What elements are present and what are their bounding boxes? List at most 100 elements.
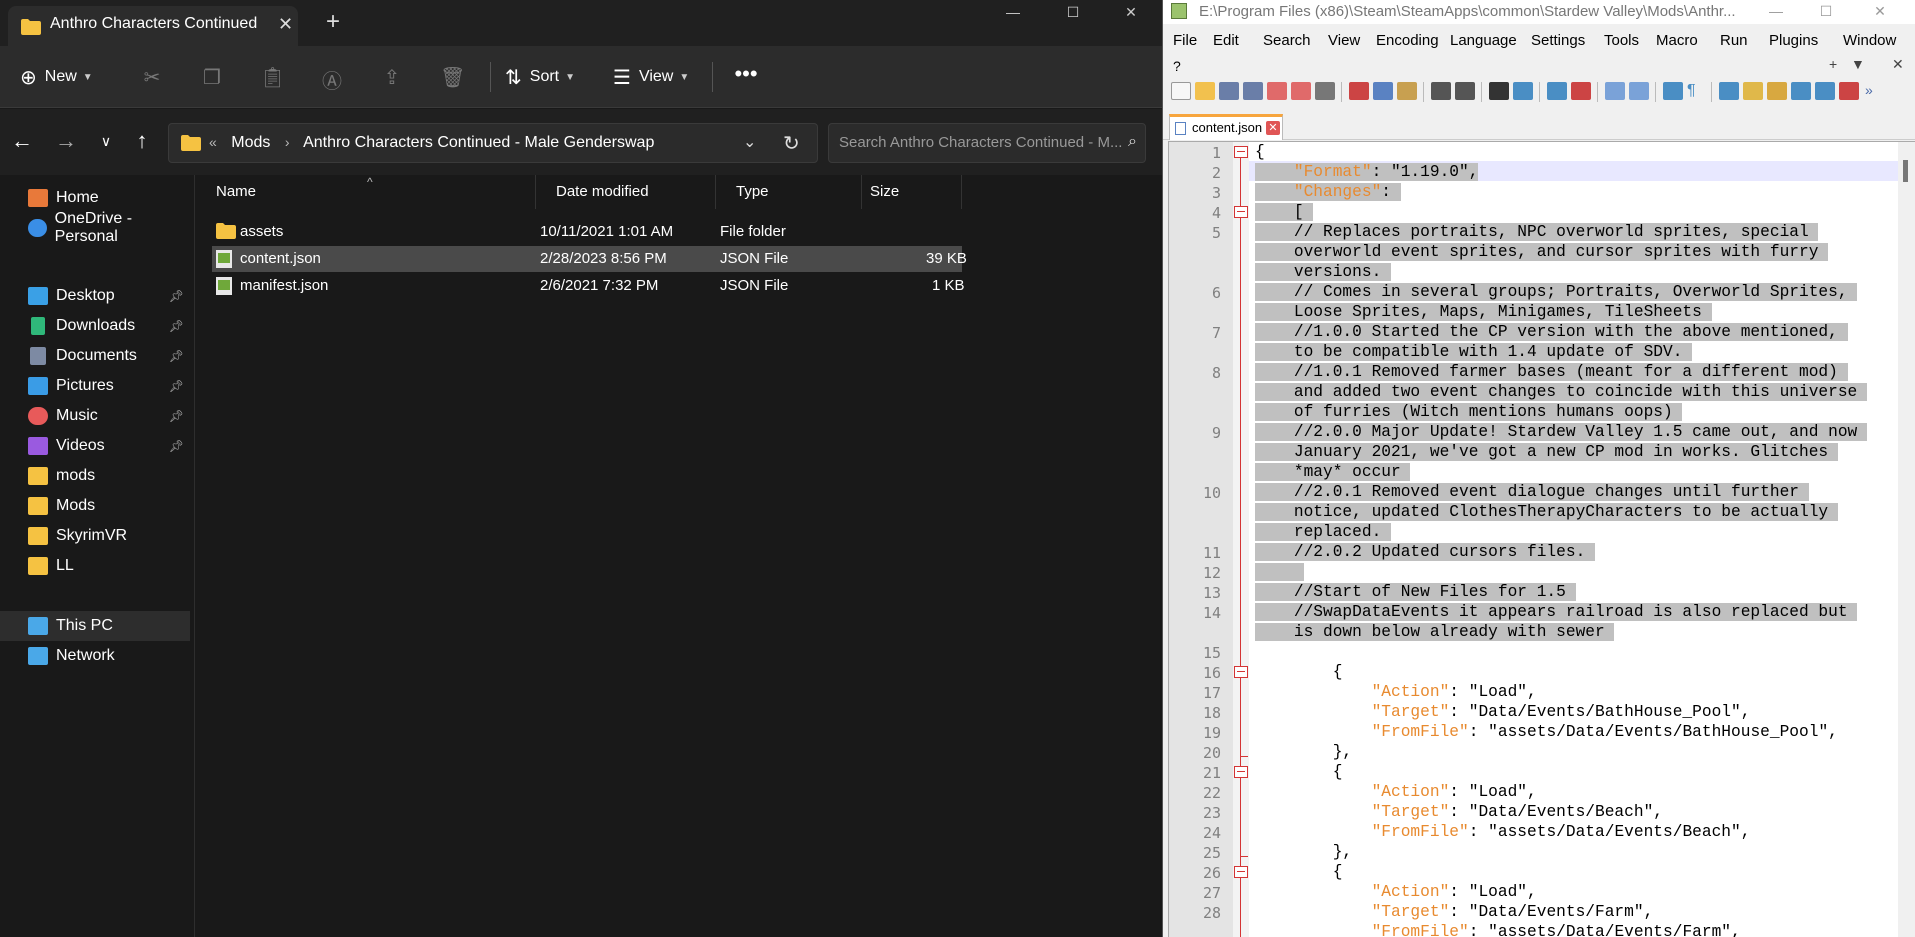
zoom-in-icon[interactable] bbox=[1547, 82, 1567, 100]
sync-vertical-icon[interactable] bbox=[1605, 82, 1625, 100]
sidebar-item-pictures[interactable]: Pictures 📌︎ bbox=[0, 371, 190, 401]
save-all-icon[interactable] bbox=[1243, 82, 1263, 100]
fold-toggle-icon[interactable] bbox=[1234, 206, 1248, 218]
file-row-assets[interactable]: assets 10/11/2021 1:01 AM File folder bbox=[212, 219, 1160, 245]
chevron-down-icon[interactable]: ⌄ bbox=[743, 132, 756, 152]
print-icon[interactable] bbox=[1315, 82, 1335, 100]
breadcrumb-current[interactable]: Anthro Characters Continued - Male Gende… bbox=[303, 134, 654, 151]
sidebar-item-onedrive[interactable]: OneDrive - Personal bbox=[0, 210, 190, 245]
rename-icon[interactable]: Ⓐ bbox=[320, 65, 344, 93]
code-editor[interactable]: 1 2 3 4 5 6 7 8 9 10 11 12 13 14 15 16 1… bbox=[1168, 141, 1915, 937]
menu-encoding[interactable]: Encoding bbox=[1376, 32, 1439, 49]
open-file-icon[interactable] bbox=[1195, 82, 1215, 100]
new-file-icon[interactable] bbox=[1171, 82, 1191, 100]
doc-map-icon[interactable] bbox=[1767, 82, 1787, 100]
close-tab-icon[interactable]: ✕ bbox=[1266, 121, 1280, 135]
up-arrow-icon[interactable]: ↑ bbox=[128, 127, 156, 155]
macro-record-icon[interactable] bbox=[1839, 82, 1859, 100]
pin-icon[interactable]: 📌︎ bbox=[169, 289, 184, 303]
close-tab-icon[interactable]: ✕ bbox=[278, 14, 293, 35]
sidebar-item-mods-upper[interactable]: Mods bbox=[0, 491, 190, 521]
save-icon[interactable] bbox=[1219, 82, 1239, 100]
function-list-icon[interactable] bbox=[1791, 82, 1811, 100]
scrollbar-thumb[interactable] bbox=[1903, 160, 1908, 182]
folder-workspace-icon[interactable] bbox=[1815, 82, 1835, 100]
fold-toggle-icon[interactable] bbox=[1234, 146, 1248, 158]
indent-guide-icon[interactable] bbox=[1719, 82, 1739, 100]
menu-macro[interactable]: Macro bbox=[1656, 32, 1698, 49]
fold-toggle-icon[interactable] bbox=[1234, 866, 1248, 878]
menu-help[interactable]: ? bbox=[1173, 58, 1181, 74]
menu-edit[interactable]: Edit bbox=[1213, 32, 1239, 49]
file-row-manifest-json[interactable]: manifest.json 2/6/2021 7:32 PM JSON File… bbox=[212, 273, 1160, 299]
more-options-icon[interactable]: ••• bbox=[734, 61, 758, 86]
pin-icon[interactable]: 📌︎ bbox=[169, 319, 184, 333]
delete-icon[interactable]: 🗑︎ bbox=[440, 65, 465, 89]
menu-tools[interactable]: Tools bbox=[1604, 32, 1639, 49]
view-button[interactable]: ☰ View ▼ bbox=[613, 46, 689, 108]
close-file-icon[interactable] bbox=[1267, 82, 1287, 100]
search-input[interactable]: Search Anthro Characters Continued - M..… bbox=[828, 123, 1146, 163]
tab-content-json[interactable]: content.json ✕ bbox=[1169, 114, 1283, 140]
tab-list-down-icon[interactable]: ▼ bbox=[1851, 56, 1865, 72]
column-header-name[interactable]: Name bbox=[196, 175, 536, 209]
pane-divider[interactable] bbox=[194, 175, 195, 937]
sidebar-item-network[interactable]: Network bbox=[0, 641, 190, 671]
sidebar-item-music[interactable]: Music 📌︎ bbox=[0, 401, 190, 431]
new-button[interactable]: ⊕ New ▼ bbox=[20, 46, 93, 108]
fold-toggle-icon[interactable] bbox=[1234, 766, 1248, 778]
sidebar-item-mods-lower[interactable]: mods bbox=[0, 461, 190, 491]
address-bar[interactable]: « Mods › Anthro Characters Continued - M… bbox=[168, 123, 818, 163]
refresh-icon[interactable]: ↻ bbox=[783, 131, 800, 156]
copy-icon[interactable] bbox=[1373, 82, 1393, 100]
close-window-button[interactable]: ✕ bbox=[1108, 0, 1154, 26]
zoom-out-icon[interactable] bbox=[1571, 82, 1591, 100]
sidebar-item-videos[interactable]: Videos 📌︎ bbox=[0, 431, 190, 461]
sort-button[interactable]: ⇅ Sort ▼ bbox=[505, 46, 575, 108]
sidebar-item-ll[interactable]: LL bbox=[0, 551, 190, 581]
explorer-tab[interactable]: Anthro Characters Continued ✕ bbox=[8, 6, 298, 46]
redo-icon[interactable] bbox=[1455, 82, 1475, 100]
close-document-icon[interactable]: ✕ bbox=[1892, 56, 1904, 73]
column-header-date[interactable]: Date modified bbox=[536, 175, 716, 209]
pin-icon[interactable]: 📌︎ bbox=[169, 439, 184, 453]
sidebar-item-documents[interactable]: Documents 📌︎ bbox=[0, 341, 190, 371]
back-arrow-icon[interactable]: ← bbox=[8, 127, 36, 155]
close-window-button[interactable]: ✕ bbox=[1857, 0, 1903, 24]
menu-run[interactable]: Run bbox=[1720, 32, 1748, 49]
breadcrumb-mods[interactable]: Mods bbox=[231, 134, 270, 151]
menu-view[interactable]: View bbox=[1328, 32, 1360, 49]
maximize-button[interactable]: ☐ bbox=[1050, 0, 1096, 26]
vertical-scrollbar[interactable] bbox=[1898, 142, 1915, 937]
close-all-icon[interactable] bbox=[1291, 82, 1311, 100]
replace-icon[interactable] bbox=[1513, 82, 1533, 100]
toolbar-overflow-icon[interactable]: » bbox=[1865, 82, 1885, 100]
menu-search[interactable]: Search bbox=[1263, 32, 1311, 49]
maximize-button[interactable]: ☐ bbox=[1803, 0, 1849, 24]
recent-locations-icon[interactable]: ∨ bbox=[92, 127, 120, 155]
column-header-size[interactable]: Size bbox=[862, 175, 962, 209]
sidebar-item-this-pc[interactable]: This PC bbox=[0, 611, 190, 641]
menu-settings[interactable]: Settings bbox=[1531, 32, 1585, 49]
pin-icon[interactable]: 📌︎ bbox=[169, 409, 184, 423]
sidebar-item-desktop[interactable]: Desktop 📌︎ bbox=[0, 281, 190, 311]
minimize-button[interactable]: — bbox=[1753, 0, 1799, 24]
undo-icon[interactable] bbox=[1431, 82, 1451, 100]
paste-icon[interactable]: 📋︎ bbox=[260, 65, 285, 89]
sidebar-item-downloads[interactable]: Downloads 📌︎ bbox=[0, 311, 190, 341]
sync-horizontal-icon[interactable] bbox=[1629, 82, 1649, 100]
sidebar-item-home[interactable]: Home bbox=[0, 183, 190, 213]
share-icon[interactable]: ⇪ bbox=[380, 65, 404, 89]
menu-language[interactable]: Language bbox=[1450, 32, 1517, 49]
new-tab-plus-icon[interactable]: + bbox=[1829, 56, 1837, 72]
file-row-content-json[interactable]: content.json 2/28/2023 8:56 PM JSON File… bbox=[212, 246, 967, 272]
copy-icon[interactable]: ❐ bbox=[200, 65, 224, 89]
pin-icon[interactable]: 📌︎ bbox=[169, 379, 184, 393]
overflow-chevron-icon[interactable]: « bbox=[209, 134, 217, 150]
forward-arrow-icon[interactable]: → bbox=[52, 127, 80, 155]
cut-icon[interactable]: ✂ bbox=[140, 65, 164, 89]
minimize-button[interactable]: — bbox=[990, 0, 1036, 26]
cut-icon[interactable] bbox=[1349, 82, 1369, 100]
menu-plugins[interactable]: Plugins bbox=[1769, 32, 1818, 49]
paste-icon[interactable] bbox=[1397, 82, 1417, 100]
